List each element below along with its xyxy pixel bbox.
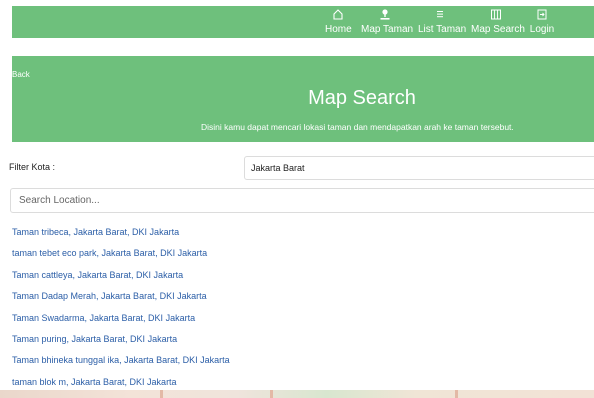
nav-login-label: Login	[529, 24, 555, 35]
search-location-input[interactable]	[11, 189, 594, 212]
map-road	[455, 390, 458, 398]
list-item[interactable]: Taman Swadarma, Jakarta Barat, DKI Jakar…	[12, 312, 230, 333]
list-item[interactable]: Taman Dadap Merah, Jakarta Barat, DKI Ja…	[12, 290, 230, 311]
back-link[interactable]: Back	[12, 70, 30, 79]
nav-list-taman-label: List Taman	[418, 24, 467, 35]
nav-login[interactable]: Login	[529, 7, 555, 36]
list-item[interactable]: Taman tribeca, Jakarta Barat, DKI Jakart…	[12, 226, 230, 247]
results-list: Taman tribeca, Jakarta Barat, DKI Jakart…	[12, 226, 230, 397]
nav-list-taman[interactable]: List Taman	[418, 7, 466, 36]
map-search-page: Home Map Taman List Taman Map Search Log…	[0, 0, 594, 398]
home-icon	[325, 7, 351, 21]
page-subtitle: Disini kamu dapat mencari lokasi taman d…	[201, 122, 514, 132]
list-item[interactable]: Taman puring, Jakarta Barat, DKI Jakarta	[12, 333, 230, 354]
city-select[interactable]: Jakarta Barat	[244, 156, 594, 180]
map-view[interactable]	[0, 390, 594, 398]
map-pin-icon	[361, 7, 409, 21]
top-navbar: Home Map Taman List Taman Map Search Log…	[12, 6, 594, 38]
nav-home-label: Home	[325, 24, 352, 35]
nav-map-search-label: Map Search	[471, 24, 525, 35]
list-item[interactable]: Taman cattleya, Jakarta Barat, DKI Jakar…	[12, 269, 230, 290]
nav-home[interactable]: Home	[325, 7, 352, 36]
map-icon	[471, 7, 521, 21]
search-field	[10, 188, 594, 213]
list-icon	[418, 7, 462, 21]
nav-map-taman-label: Map Taman	[361, 24, 414, 35]
list-item[interactable]: taman tebet eco park, Jakarta Barat, DKI…	[12, 247, 230, 268]
login-icon	[529, 7, 555, 21]
nav-map-search[interactable]: Map Search	[471, 7, 525, 36]
hero-banner: Back Map Search Disini kamu dapat mencar…	[12, 56, 594, 142]
map-road	[160, 390, 163, 398]
nav-map-taman[interactable]: Map Taman	[361, 7, 413, 36]
map-road	[270, 390, 273, 398]
page-title: Map Search	[308, 87, 416, 109]
list-item[interactable]: Taman bhineka tunggal ika, Jakarta Barat…	[12, 354, 230, 375]
filter-city-label: Filter Kota :	[9, 162, 56, 172]
filter-row: Filter Kota : Jakarta Barat	[0, 154, 594, 182]
